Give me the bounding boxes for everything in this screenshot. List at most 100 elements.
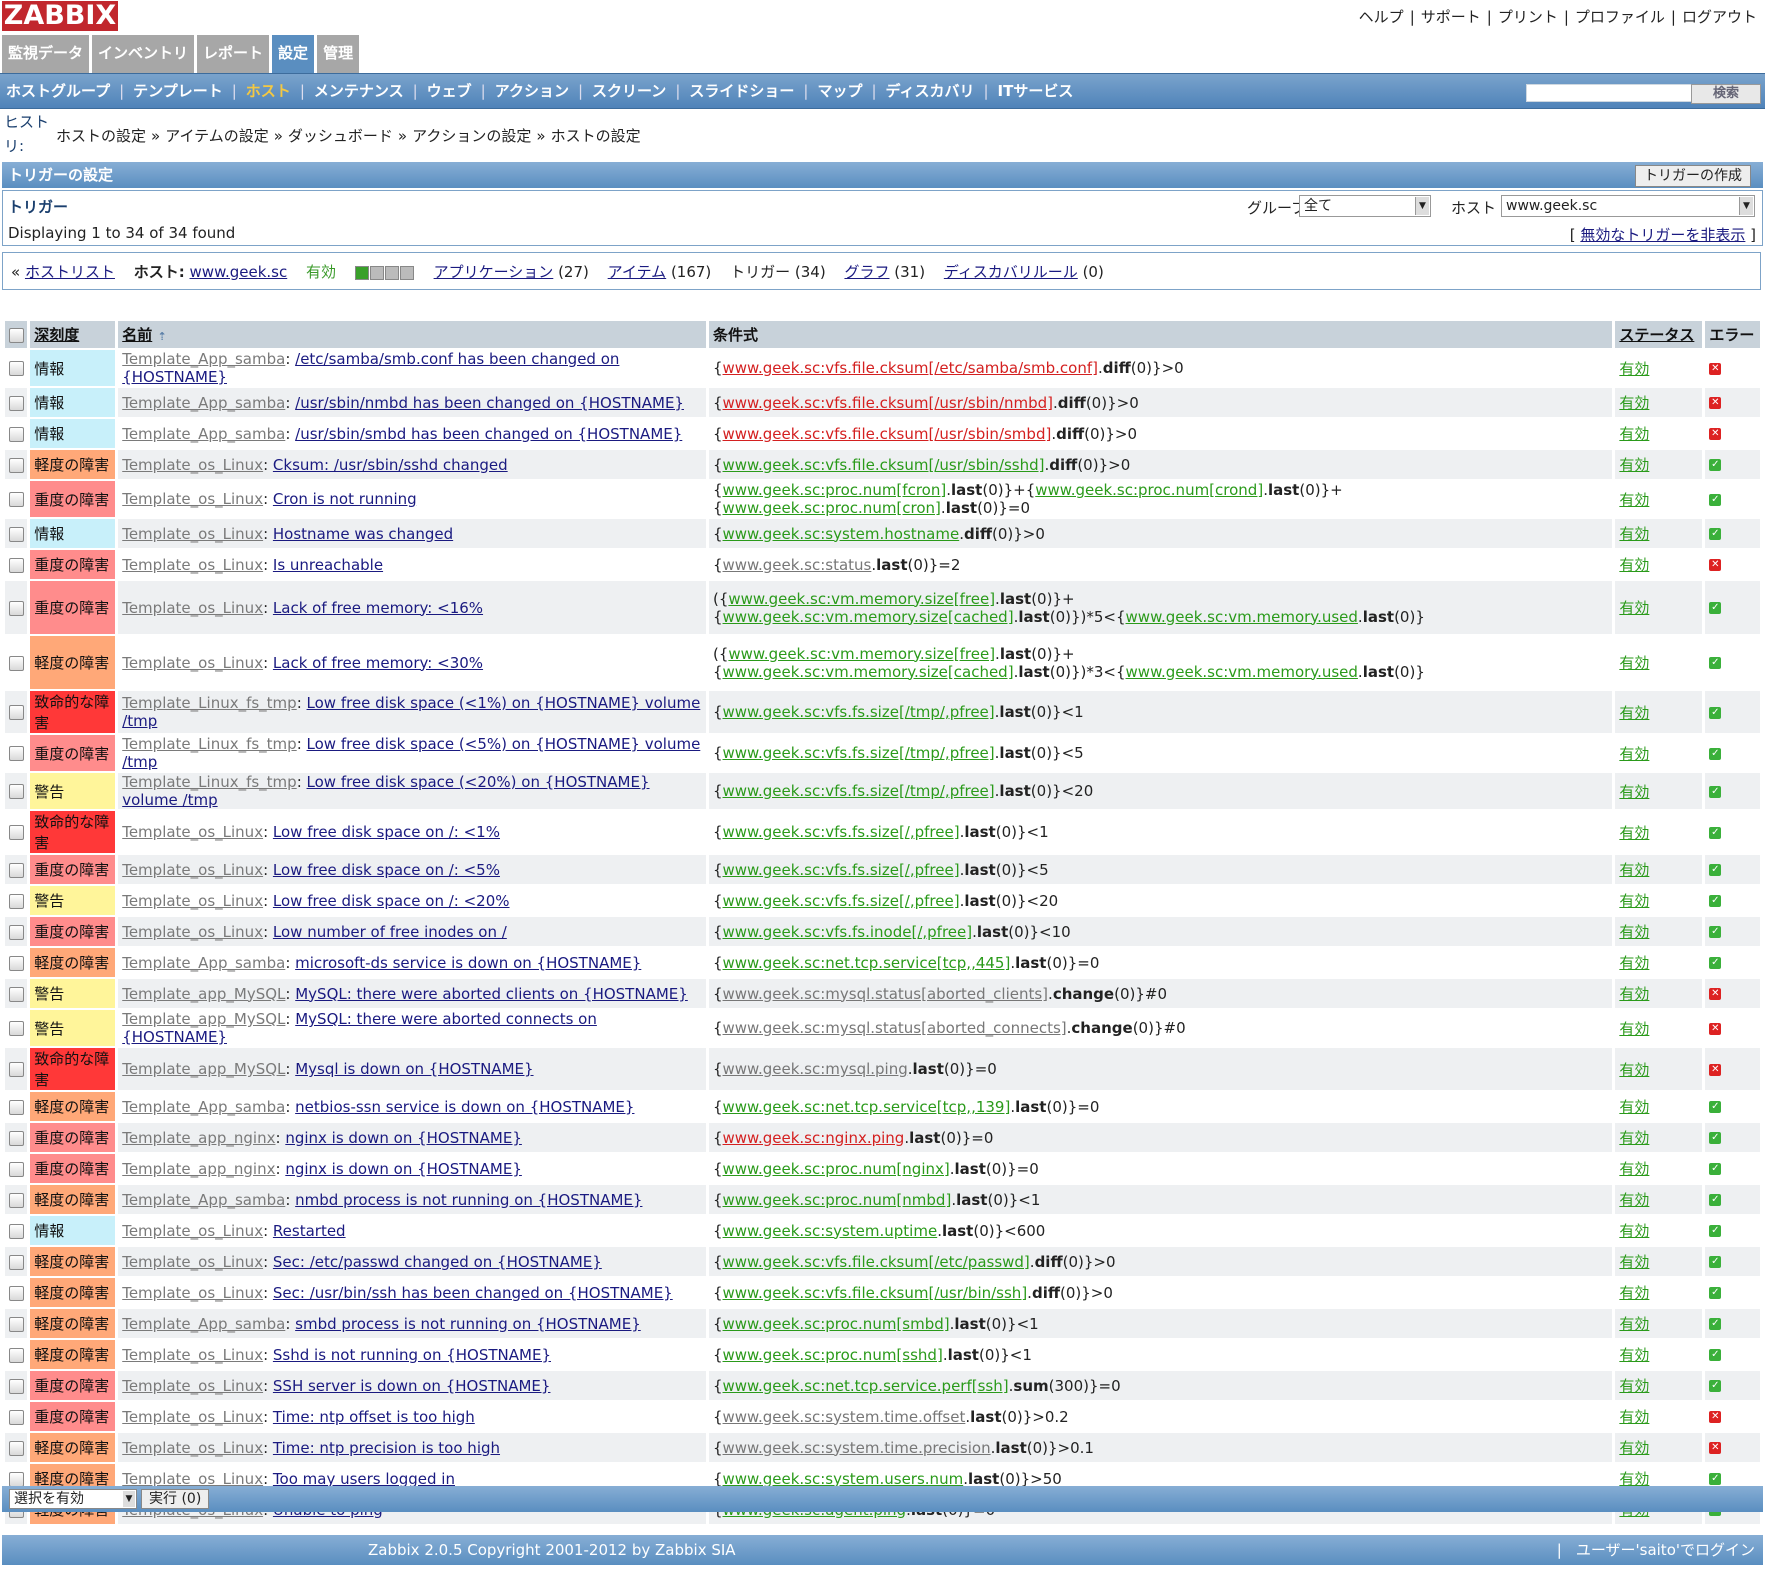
template-link[interactable]: Template_os_Linux <box>122 456 263 474</box>
template-link[interactable]: Template_os_Linux <box>122 556 263 574</box>
group-select[interactable]: 全て ▼ <box>1299 195 1431 217</box>
row-checkbox[interactable] <box>8 1254 24 1270</box>
expression-item-link[interactable]: www.geek.sc:net.tcp.service[tcp,,445] <box>723 954 1011 972</box>
sub-menu-item[interactable]: ウェブ <box>427 82 472 100</box>
template-link[interactable]: Template_os_Linux <box>122 923 263 941</box>
template-link[interactable]: Template_App_samba <box>122 954 285 972</box>
row-checkbox[interactable] <box>8 1316 24 1332</box>
row-checkbox[interactable] <box>8 1192 24 1208</box>
expression-item-link[interactable]: www.geek.sc:proc.num[sshd] <box>723 1346 943 1364</box>
search-input[interactable] <box>1526 84 1692 102</box>
expression-item-link[interactable]: www.geek.sc:mysql.status[aborted_connect… <box>723 1019 1067 1037</box>
template-link[interactable]: Template_app_MySQL <box>122 1060 285 1078</box>
status-toggle-link[interactable]: 有効 <box>1619 1377 1649 1395</box>
status-toggle-link[interactable]: 有効 <box>1619 892 1649 910</box>
row-checkbox[interactable] <box>8 1021 24 1036</box>
graphs-link[interactable]: グラフ <box>844 263 889 281</box>
status-toggle-link[interactable]: 有効 <box>1619 1439 1649 1457</box>
status-toggle-link[interactable]: 有効 <box>1619 491 1649 509</box>
row-checkbox[interactable] <box>8 1130 24 1146</box>
trigger-name-link[interactable]: Low free disk space on /: <20% <box>273 892 510 910</box>
template-link[interactable]: Template_os_Linux <box>122 823 263 841</box>
expression-item-link[interactable]: www.geek.sc:proc.num[nginx] <box>723 1160 950 1178</box>
row-checkbox[interactable] <box>8 1471 24 1487</box>
expression-item-link[interactable]: www.geek.sc:proc.num[cron] <box>723 499 941 517</box>
sub-menu-item[interactable]: スクリーン <box>592 82 666 100</box>
template-link[interactable]: Template_app_nginx <box>122 1129 275 1147</box>
template-link[interactable]: Template_os_Linux <box>122 654 263 672</box>
row-checkbox[interactable] <box>8 1347 24 1363</box>
template-link[interactable]: Template_os_Linux <box>122 525 263 543</box>
expression-item-link[interactable]: www.geek.sc:vfs.fs.inode[/,pfree] <box>723 923 973 941</box>
template-link[interactable]: Template_Linux_fs_tmp <box>122 773 296 791</box>
name-sort-link[interactable]: 名前 <box>122 326 152 344</box>
expression-item-link[interactable]: www.geek.sc:system.uptime <box>723 1222 938 1240</box>
expression-item-link[interactable]: www.geek.sc:system.time.precision <box>723 1439 991 1457</box>
template-link[interactable]: Template_app_nginx <box>122 1160 275 1178</box>
trigger-name-link[interactable]: nmbd process is not running on {HOSTNAME… <box>295 1191 642 1209</box>
status-toggle-link[interactable]: 有効 <box>1619 861 1649 879</box>
row-checkbox[interactable] <box>8 1285 24 1301</box>
row-checkbox[interactable] <box>8 1062 24 1077</box>
row-checkbox[interactable] <box>8 825 24 840</box>
status-toggle-link[interactable]: 有効 <box>1619 1284 1649 1302</box>
main-menu-item[interactable]: レポート <box>197 35 270 73</box>
expression-item-link[interactable]: www.geek.sc:vm.memory.used <box>1126 608 1358 626</box>
trigger-name-link[interactable]: Time: ntp precision is too high <box>273 1439 500 1457</box>
row-checkbox[interactable] <box>8 1223 24 1239</box>
trigger-name-link[interactable]: Is unreachable <box>273 556 383 574</box>
row-checkbox[interactable] <box>8 784 24 799</box>
template-link[interactable]: Template_app_MySQL <box>122 985 285 1003</box>
zabbix-logo[interactable]: ZABBIX <box>2 1 118 31</box>
row-checkbox[interactable] <box>8 1099 24 1115</box>
sub-menu-item[interactable]: ホスト <box>246 82 291 100</box>
history-link[interactable]: ダッシュボード <box>288 127 393 145</box>
expression-item-link[interactable]: www.geek.sc:status <box>723 556 872 574</box>
row-checkbox[interactable] <box>8 986 24 1002</box>
trigger-name-link[interactable]: netbios-ssn service is down on {HOSTNAME… <box>295 1098 634 1116</box>
status-toggle-link[interactable]: 有効 <box>1619 704 1649 722</box>
template-link[interactable]: Template_App_samba <box>122 425 285 443</box>
expression-item-link[interactable]: www.geek.sc:vfs.file.cksum[/etc/passwd] <box>723 1253 1030 1271</box>
expression-item-link[interactable]: www.geek.sc:mysql.ping <box>723 1060 908 1078</box>
status-sort-link[interactable]: ステータス <box>1619 326 1694 344</box>
discovery-rules-link[interactable]: ディスカバリルール <box>944 263 1078 281</box>
row-checkbox[interactable] <box>8 395 24 411</box>
status-toggle-link[interactable]: 有効 <box>1619 425 1649 443</box>
sub-menu-item[interactable]: メンテナンス <box>314 82 404 100</box>
expression-item-link[interactable]: www.geek.sc:system.users.num <box>723 1470 964 1488</box>
status-toggle-link[interactable]: 有効 <box>1619 525 1649 543</box>
status-toggle-link[interactable]: 有効 <box>1619 1129 1649 1147</box>
main-menu-item[interactable]: インベントリ <box>92 35 195 73</box>
expression-item-link[interactable]: www.geek.sc:vfs.fs.size[/,pfree] <box>723 823 960 841</box>
trigger-name-link[interactable]: Mysql is down on {HOSTNAME} <box>295 1060 533 1078</box>
row-checkbox[interactable] <box>8 893 24 909</box>
expression-item-link[interactable]: www.geek.sc:vm.memory.used <box>1126 663 1358 681</box>
trigger-name-link[interactable]: smbd process is not running on {HOSTNAME… <box>295 1315 641 1333</box>
expression-item-link[interactable]: www.geek.sc:vfs.fs.size[/tmp/,pfree] <box>723 703 995 721</box>
sub-menu-item[interactable]: アクション <box>495 82 569 100</box>
search-button[interactable]: 検索 <box>1691 84 1761 104</box>
top-link[interactable]: ヘルプ <box>1359 8 1404 26</box>
mass-action-select[interactable]: 選択を有効 ▼ <box>9 1489 137 1509</box>
trigger-name-link[interactable]: nginx is down on {HOSTNAME} <box>285 1160 522 1178</box>
row-checkbox[interactable] <box>8 1161 24 1177</box>
template-link[interactable]: Template_App_samba <box>122 394 285 412</box>
template-link[interactable]: Template_os_Linux <box>122 1346 263 1364</box>
expression-item-link[interactable]: www.geek.sc:proc.num[fcron] <box>723 481 947 499</box>
trigger-name-link[interactable]: microsoft-ds service is down on {HOSTNAM… <box>295 954 641 972</box>
status-toggle-link[interactable]: 有効 <box>1619 824 1649 842</box>
status-toggle-link[interactable]: 有効 <box>1619 599 1649 617</box>
template-link[interactable]: Template_Linux_fs_tmp <box>122 735 296 753</box>
status-toggle-link[interactable]: 有効 <box>1619 1098 1649 1116</box>
expression-item-link[interactable]: www.geek.sc:vm.memory.size[cached] <box>723 663 1014 681</box>
status-toggle-link[interactable]: 有効 <box>1619 1222 1649 1240</box>
host-list-link[interactable]: ホストリスト <box>25 263 115 281</box>
trigger-name-link[interactable]: nginx is down on {HOSTNAME} <box>285 1129 522 1147</box>
host-name-link[interactable]: www.geek.sc <box>190 263 288 281</box>
row-checkbox[interactable] <box>8 492 24 507</box>
trigger-name-link[interactable]: Lack of free memory: <30% <box>273 654 483 672</box>
expression-item-link[interactable]: www.geek.sc:vfs.fs.size[/,pfree] <box>723 892 960 910</box>
expression-item-link[interactable]: www.geek.sc:vfs.file.cksum[/usr/sbin/smb… <box>723 425 1052 443</box>
expression-item-link[interactable]: www.geek.sc:vm.memory.size[free] <box>728 645 995 663</box>
